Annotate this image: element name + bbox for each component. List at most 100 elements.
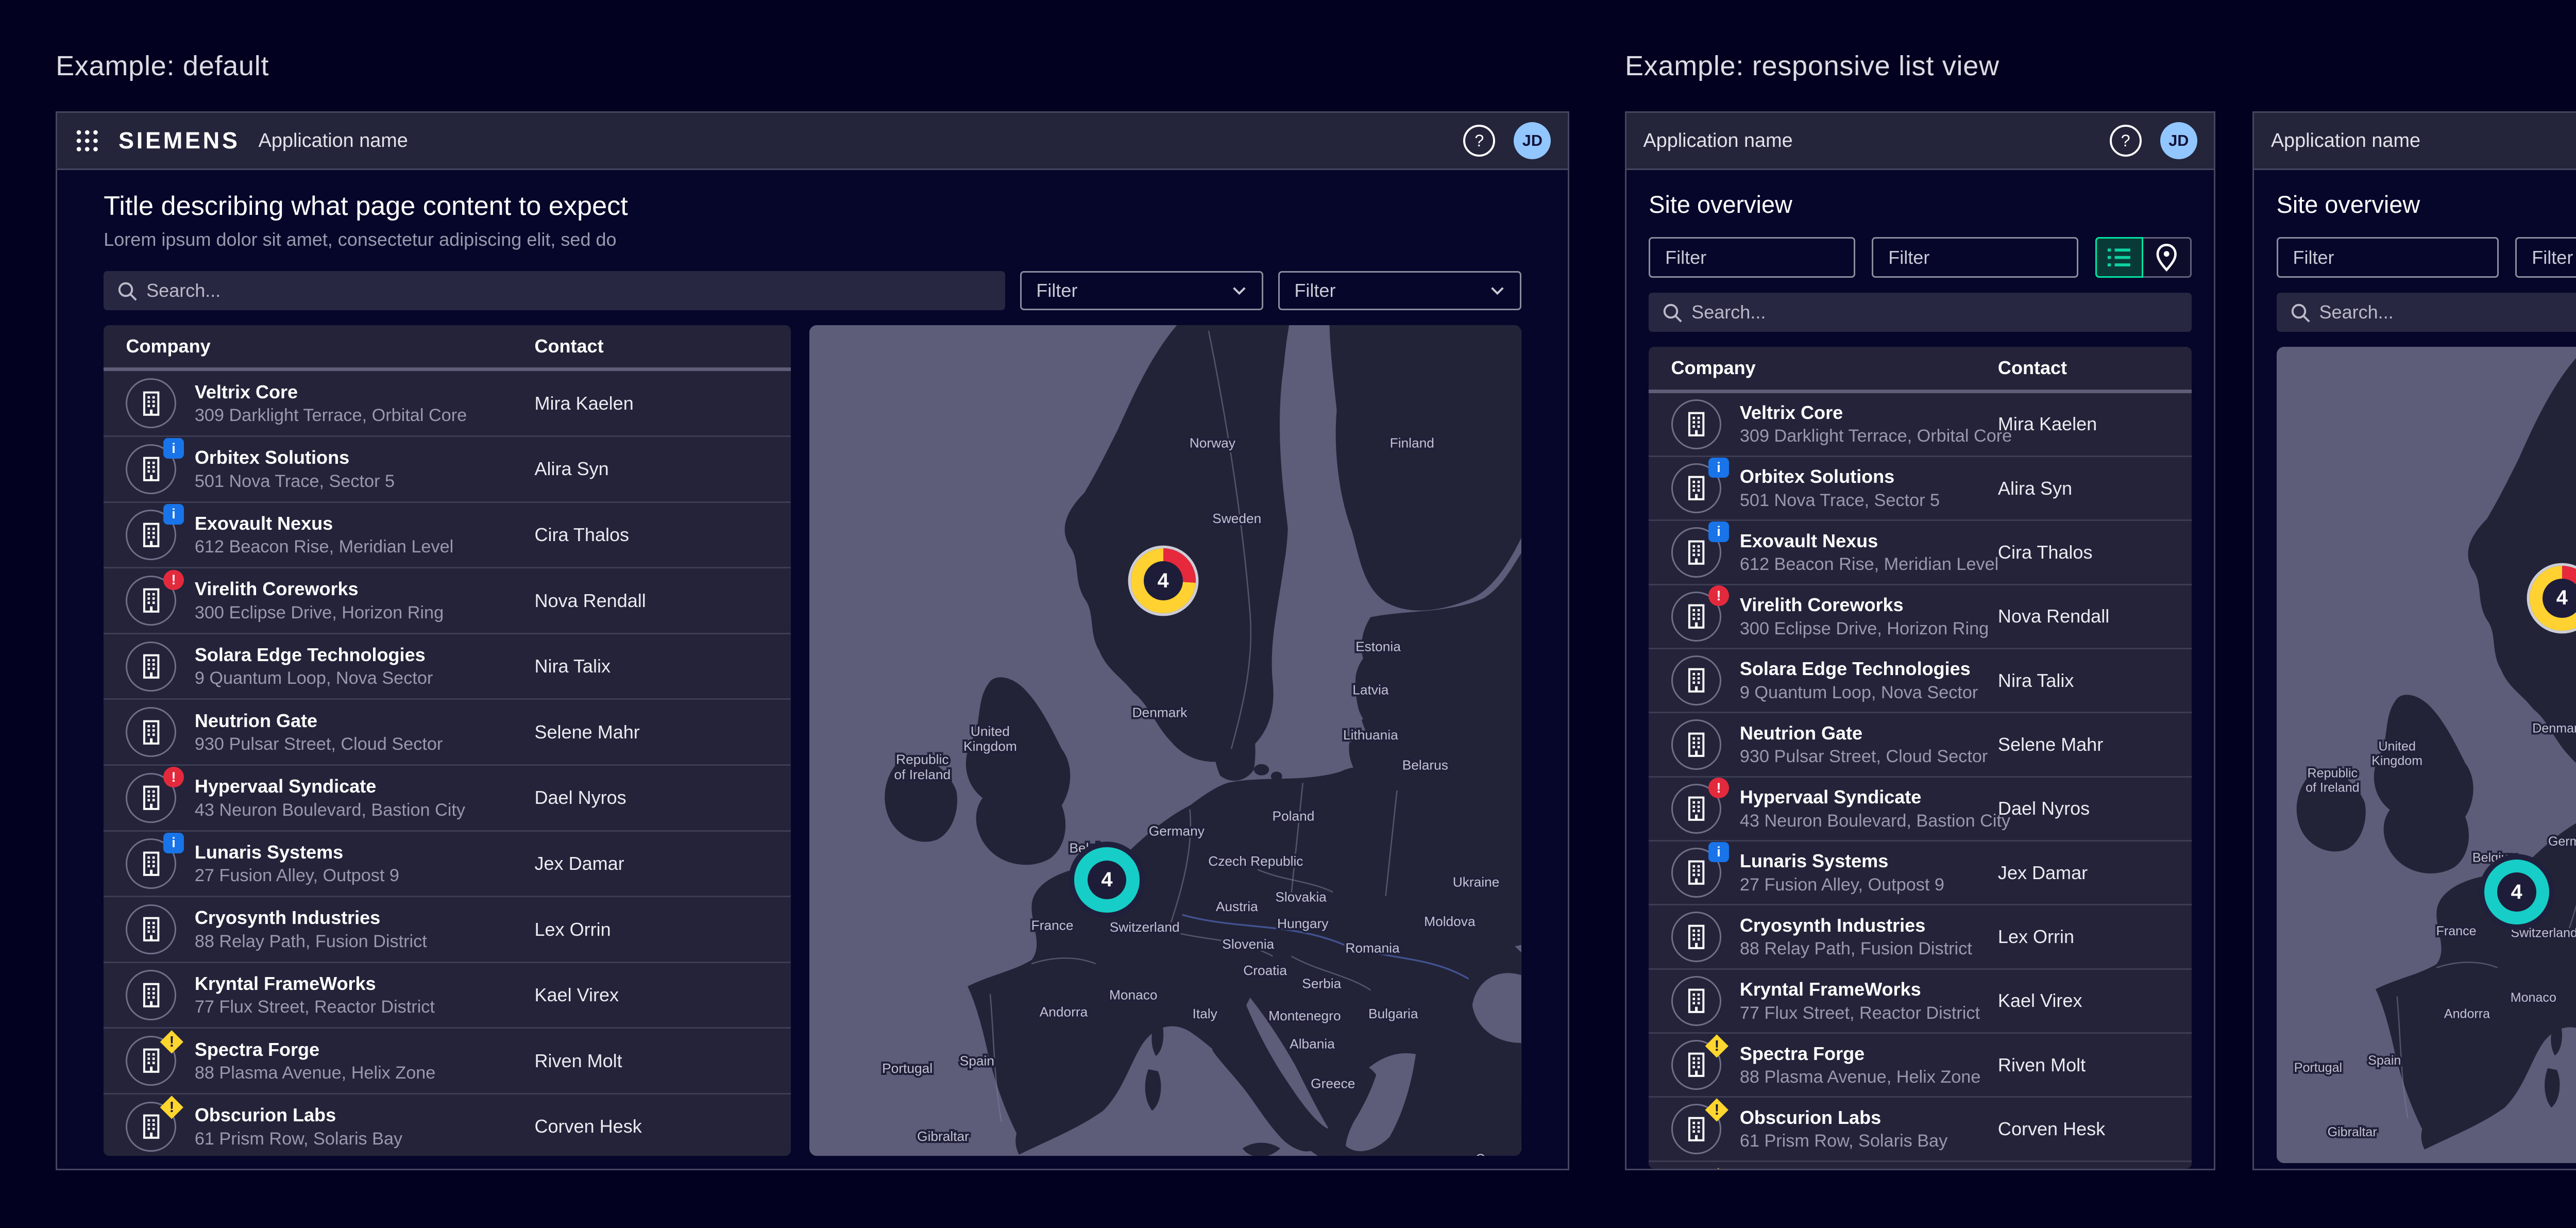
svg-text:Poland: Poland: [1272, 808, 1314, 823]
table-row[interactable]: Solara Edge Technologies9 Quantum Loop, …: [1649, 649, 2192, 713]
table-row[interactable]: !Obscurion Labs61 Prism Row, Solaris Bay…: [104, 1095, 791, 1156]
avatar[interactable]: JD: [1514, 122, 1551, 159]
filter-input-1[interactable]: [2277, 237, 2499, 278]
building-icon: [140, 391, 162, 416]
cluster-marker[interactable]: 4: [2484, 860, 2549, 924]
panel-responsive-list: Application name ? JD Site overview Comp…: [1625, 111, 2215, 1170]
filter-label: Filter: [1294, 280, 1335, 301]
company-avatar: !: [126, 1102, 176, 1152]
filter-input-2[interactable]: [1872, 237, 2078, 278]
table-row[interactable]: !Spectra Forge88 Plasma Avenue, Helix Zo…: [1649, 1034, 2192, 1098]
company-name: Hypervaal Syndicate: [1740, 786, 2010, 808]
building-icon: [140, 587, 162, 613]
filter-input-1[interactable]: [1649, 237, 1855, 278]
info-badge: i: [163, 504, 184, 525]
contact-name: Corven Hesk: [534, 1116, 768, 1137]
company-avatar: !: [126, 1036, 176, 1086]
table-row[interactable]: iOrbitex Solutions501 Nova Trace, Sector…: [104, 437, 791, 503]
filter-select-2[interactable]: Filter: [1278, 271, 1521, 310]
column-company[interactable]: Company: [1671, 357, 1998, 379]
svg-text:Andorra: Andorra: [2444, 1006, 2490, 1021]
warning-badge: !: [160, 1030, 184, 1054]
company-address: 930 Pulsar Street, Cloud Sector: [195, 734, 443, 754]
contact-name: Alira Syn: [534, 458, 768, 480]
app-header: Application name ? JD: [2254, 113, 2576, 170]
info-badge: i: [1708, 522, 1729, 542]
building-icon: [140, 851, 162, 877]
table-row[interactable]: iLunaris Systems27 Fusion Alley, Outpost…: [104, 832, 791, 898]
search-input[interactable]: [2277, 293, 2576, 332]
table-row[interactable]: Neutrion Gate930 Pulsar Street, Cloud Se…: [104, 700, 791, 766]
europe-map[interactable]: NorwayFinlandSwedenEstoniaLatviaDenmarkL…: [2277, 347, 2576, 1163]
svg-text:Czech Republic: Czech Republic: [1208, 853, 1303, 869]
table-row[interactable]: Neutrion Gate930 Pulsar Street, Cloud Se…: [1649, 713, 2192, 777]
company-address: 309 Darklight Terrace, Orbital Core: [1740, 426, 2012, 446]
table-row[interactable]: Kryntal FrameWorks77 Flux Street, Reacto…: [1649, 970, 2192, 1034]
table-row[interactable]: iExovault Nexus612 Beacon Rise, Meridian…: [104, 503, 791, 569]
company-avatar: !: [1671, 1104, 1721, 1154]
cluster-marker-severity[interactable]: 4: [1131, 548, 1196, 613]
europe-map[interactable]: NorwayFinlandSwedenEstoniaLatviaDenmarkL…: [809, 325, 1521, 1156]
table-row[interactable]: !Virelith Coreworks300 Eclipse Drive, Ho…: [1649, 585, 2192, 649]
company-avatar: !: [1671, 1040, 1721, 1090]
map-view-button[interactable]: [2143, 237, 2192, 278]
table-row[interactable]: Solara Edge Technologies9 Quantum Loop, …: [104, 634, 791, 700]
svg-text:Ukraine: Ukraine: [1453, 874, 1500, 889]
svg-text:Spain: Spain: [960, 1053, 994, 1068]
company-name: Solara Edge Technologies: [1740, 658, 1978, 680]
search-input[interactable]: [104, 271, 1005, 310]
map-view[interactable]: NorwayFinlandSwedenEstoniaLatviaDenmarkL…: [2277, 347, 2576, 1163]
filter-input-2[interactable]: [2515, 237, 2576, 278]
app-menu-icon[interactable]: [74, 128, 100, 154]
table-row[interactable]: !Virelith Coreworks300 Eclipse Drive, Ho…: [104, 568, 791, 634]
map-view[interactable]: NorwayFinlandSwedenEstoniaLatviaDenmarkL…: [809, 325, 1521, 1156]
column-contact[interactable]: Contact: [1998, 357, 2170, 379]
contact-name: Lex Orrin: [534, 919, 768, 940]
help-icon[interactable]: ?: [1463, 125, 1495, 157]
column-contact[interactable]: Contact: [534, 335, 768, 357]
search-field[interactable]: [1649, 293, 2192, 332]
table-row[interactable]: !Hypervaal Syndicate43 Neuron Boulevard,…: [104, 766, 791, 832]
svg-text:Estonia: Estonia: [1355, 638, 1401, 654]
table-row[interactable]: !Obscurion Labs61 Prism Row, Solaris Bay…: [1649, 1098, 2192, 1162]
table-row[interactable]: Cryosynth Industries88 Relay Path, Fusio…: [1649, 905, 2192, 969]
table-row[interactable]: iOrbitex Solutions501 Nova Trace, Sector…: [1649, 457, 2192, 521]
search-input[interactable]: [1649, 293, 2192, 332]
warning-badge: !: [1706, 1168, 1731, 1169]
building-icon: [1685, 988, 1707, 1014]
company-avatar: [1671, 399, 1721, 449]
search-field[interactable]: [104, 271, 1005, 310]
alarm-badge: !: [1708, 778, 1729, 798]
building-icon: [1685, 540, 1707, 565]
svg-text:Slovakia: Slovakia: [1275, 889, 1327, 904]
list-view-button[interactable]: [2095, 237, 2144, 278]
company-avatar: [126, 970, 176, 1020]
svg-text:Germany: Germany: [2548, 834, 2576, 849]
svg-text:Hungary: Hungary: [1277, 915, 1329, 931]
svg-text:Albania: Albania: [1290, 1036, 1335, 1051]
contact-name: Nira Talix: [534, 655, 768, 677]
table-row[interactable]: Cryosynth Industries88 Relay Path, Fusio…: [104, 897, 791, 963]
table-row[interactable]: Veltrix Core309 Darklight Terrace, Orbit…: [1649, 393, 2192, 457]
contact-name: Nova Rendall: [1998, 605, 2170, 627]
table-row[interactable]: Kryntal FrameWorks77 Flux Street, Reacto…: [104, 963, 791, 1029]
search-field[interactable]: [2277, 293, 2576, 332]
table-row[interactable]: iLunaris Systems27 Fusion Alley, Outpost…: [1649, 842, 2192, 905]
svg-text:Gibraltar: Gibraltar: [2327, 1125, 2377, 1139]
filter-select-1[interactable]: Filter: [1020, 271, 1263, 310]
table-row[interactable]: !Hypervaal Syndicate43 Neuron Boulevard,…: [1649, 778, 2192, 842]
svg-text:Serbia: Serbia: [1302, 975, 1341, 991]
page-title: Site overview: [1649, 191, 2192, 218]
table-row[interactable]: iExovault Nexus612 Beacon Rise, Meridian…: [1649, 521, 2192, 585]
svg-text:Portugal: Portugal: [2294, 1060, 2342, 1074]
contact-name: Jex Damar: [534, 853, 768, 874]
help-icon[interactable]: ?: [2110, 125, 2142, 157]
building-icon: [1685, 1052, 1707, 1078]
table-row[interactable]: !Spectra Forge88 Plasma Avenue, Helix Zo…: [104, 1029, 791, 1095]
company-name: Obscurion Labs: [1740, 1107, 1947, 1129]
avatar[interactable]: JD: [2160, 122, 2197, 159]
column-company[interactable]: Company: [126, 335, 534, 357]
table-row[interactable]: Veltrix Core309 Darklight Terrace, Orbit…: [104, 371, 791, 437]
cluster-marker[interactable]: 4: [1074, 847, 1139, 912]
building-icon: [140, 982, 162, 1008]
